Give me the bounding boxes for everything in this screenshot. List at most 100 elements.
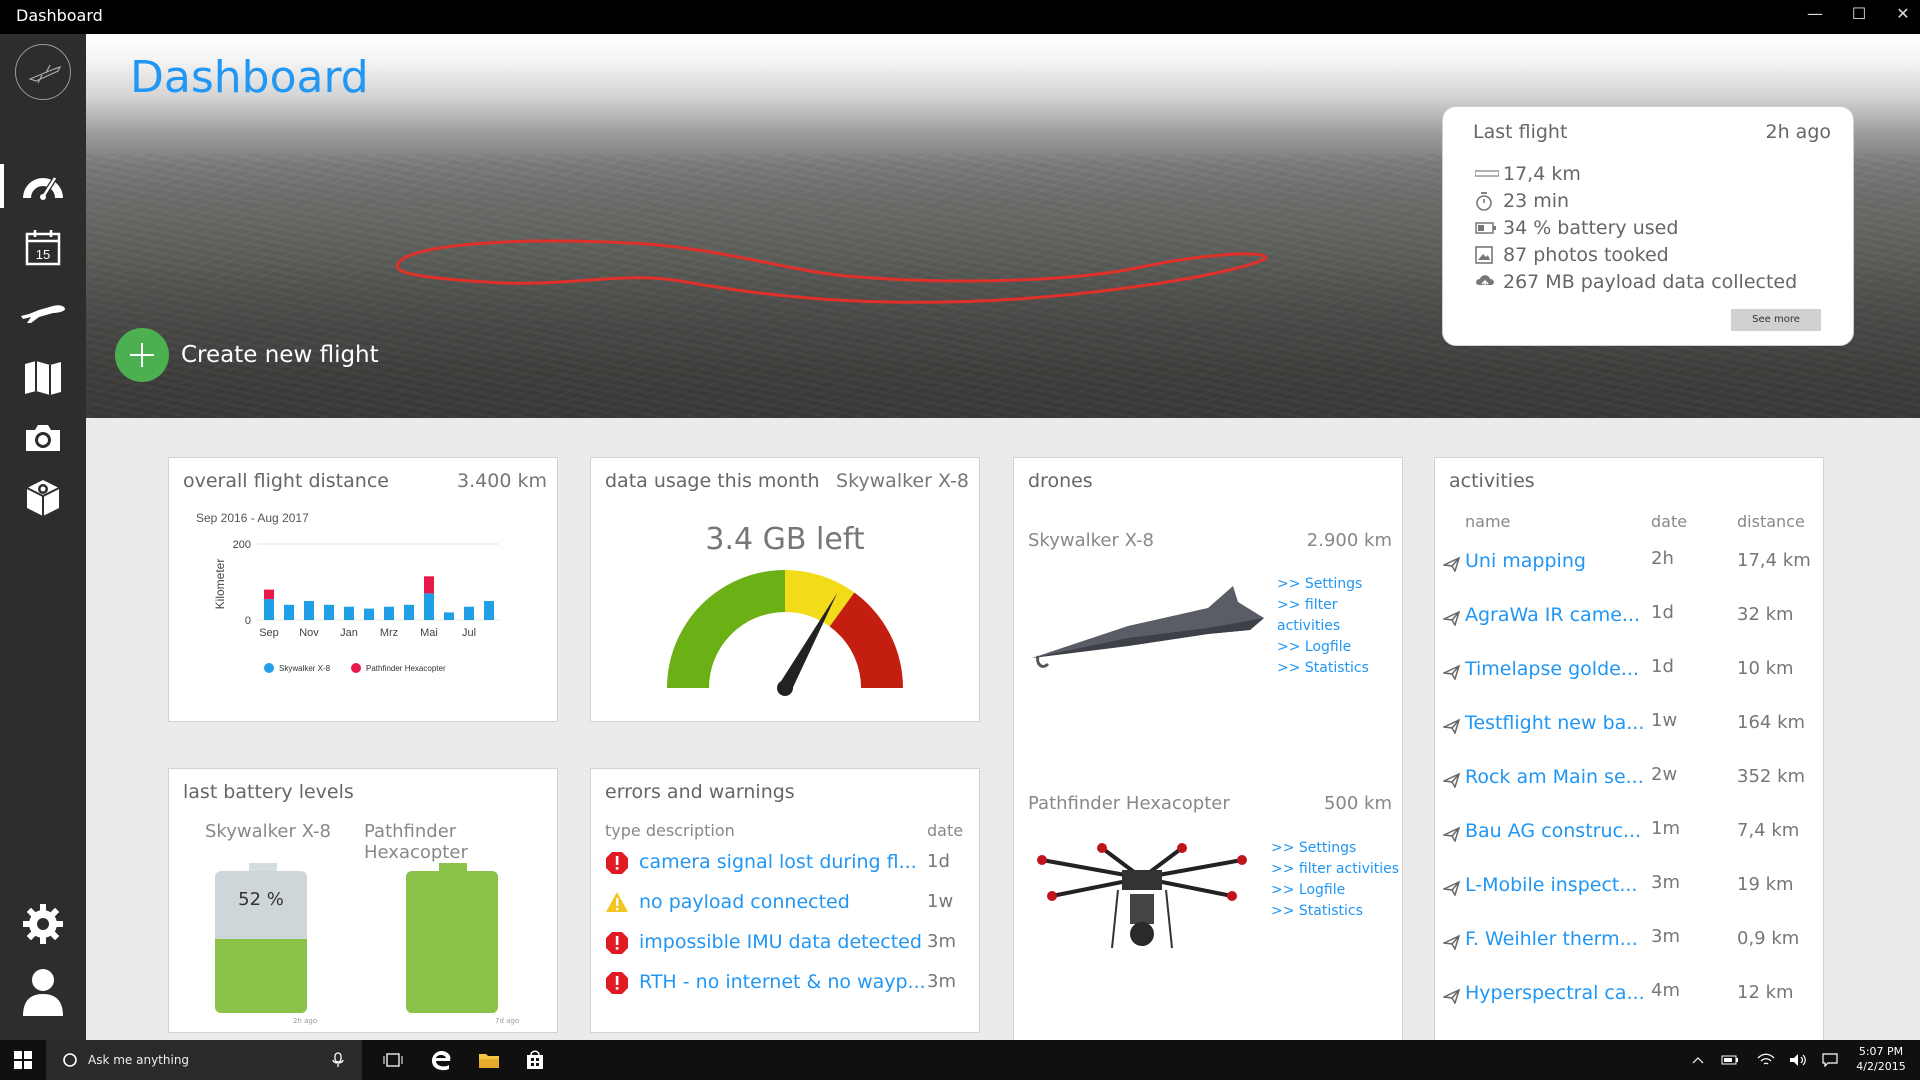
activity-row[interactable]: Timelapse golde... 1d 10 km	[1435, 652, 1823, 692]
activity-name[interactable]: AgraWa IR came...	[1465, 604, 1640, 626]
bar-skywalker	[404, 604, 414, 620]
nav-flights[interactable]	[19, 288, 67, 336]
windows-start-button[interactable]	[8, 1040, 38, 1080]
error-row[interactable]: impossible IMU data detected 3m	[591, 927, 979, 959]
activity-date: 1m	[1651, 818, 1680, 839]
activity-row[interactable]: F. Weihler therm... 3m 0,9 km	[1435, 922, 1823, 962]
activity-row[interactable]: L-Mobile inspect... 3m 19 km	[1435, 868, 1823, 908]
activity-row[interactable]: Bau AG construc... 1m 7,4 km	[1435, 814, 1823, 854]
page-title: Dashboard	[130, 52, 369, 103]
activity-distance: 10 km	[1737, 658, 1794, 679]
data-usage-gauge	[667, 570, 903, 696]
last-flight-title: Last flight	[1473, 121, 1568, 143]
battery-title: last battery levels	[183, 781, 354, 803]
x-tick-label: Mai	[420, 627, 438, 639]
wifi-icon	[1757, 1053, 1775, 1065]
gauge-green-segment	[667, 570, 785, 688]
bar-skywalker	[344, 606, 354, 620]
y-tick-label: 0	[245, 615, 251, 627]
task-view-icon	[383, 1053, 403, 1067]
svg-text:15: 15	[36, 247, 50, 262]
edge-browser-button[interactable]	[426, 1040, 456, 1080]
network-tray-button[interactable]	[1754, 1040, 1778, 1080]
activity-name[interactable]: Timelapse golde...	[1465, 658, 1639, 680]
airplane-small-icon	[1443, 718, 1461, 734]
bar-skywalker	[324, 604, 334, 620]
windows-logo-icon	[14, 1051, 32, 1069]
y-tick-label: 200	[233, 539, 251, 551]
action-center-button[interactable]	[1818, 1040, 1842, 1080]
error-description[interactable]: RTH - no internet & no wayp...	[639, 971, 926, 993]
error-description[interactable]: no payload connected	[639, 891, 850, 913]
task-view-button[interactable]	[378, 1040, 408, 1080]
close-button[interactable]: ✕	[1888, 4, 1918, 23]
error-row[interactable]: RTH - no internet & no wayp... 3m	[591, 967, 979, 999]
see-more-button[interactable]: See more	[1731, 309, 1821, 331]
drone-statistics-link[interactable]: >> Statistics	[1271, 901, 1399, 922]
show-hidden-icons-button[interactable]	[1688, 1040, 1708, 1080]
hexacopter-drone-image	[1037, 843, 1247, 949]
error-description[interactable]: camera signal lost during fl...	[639, 851, 917, 873]
data-usage-title: data usage this month	[605, 470, 820, 492]
plus-icon	[115, 328, 169, 382]
nav-calendar[interactable]: 15	[19, 224, 67, 272]
battery-tray-button[interactable]	[1718, 1040, 1742, 1080]
drone-name[interactable]: Pathfinder Hexacopter	[1028, 793, 1230, 814]
errors-card: errors and warnings type description dat…	[590, 768, 980, 1033]
activity-row[interactable]: Testflight new ba... 1w 164 km	[1435, 706, 1823, 746]
drone-filter-link[interactable]: >> filter activities	[1271, 859, 1399, 880]
file-explorer-button[interactable]	[474, 1040, 504, 1080]
drone-settings-link[interactable]: >> Settings	[1271, 838, 1399, 859]
minimize-button[interactable]: —	[1800, 4, 1830, 23]
activity-name[interactable]: Hyperspectral ca...	[1465, 982, 1645, 1004]
drone-logfile-link[interactable]: >> Logfile	[1277, 637, 1402, 658]
activity-distance: 164 km	[1737, 712, 1806, 733]
error-date: 1d	[927, 851, 950, 872]
drone-filter-link[interactable]: >> filter activities	[1277, 595, 1402, 637]
activity-name[interactable]: Testflight new ba...	[1465, 712, 1644, 734]
volume-tray-button[interactable]	[1786, 1040, 1810, 1080]
legend-label: Pathfinder Hexacopter	[366, 664, 446, 673]
store-button[interactable]	[520, 1040, 550, 1080]
activity-row[interactable]: Uni mapping 2h 17,4 km	[1435, 544, 1823, 584]
bar-skywalker	[464, 606, 474, 620]
nav-payload[interactable]	[19, 474, 67, 522]
taskbar-clock[interactable]: 5:07 PM 4/2/2015	[1848, 1044, 1914, 1074]
error-date: 3m	[927, 971, 956, 992]
error-row[interactable]: no payload connected 1w	[591, 887, 979, 919]
nav-camera[interactable]	[19, 414, 67, 462]
drone-settings-link[interactable]: >> Settings	[1277, 574, 1402, 595]
activity-row[interactable]: AgraWa IR came... 1d 32 km	[1435, 598, 1823, 638]
sidebar: 15	[0, 34, 86, 1040]
ruler-icon	[1475, 169, 1503, 179]
activity-name[interactable]: L-Mobile inspect...	[1465, 874, 1637, 896]
nav-map[interactable]	[19, 354, 67, 402]
activity-date: 1d	[1651, 602, 1674, 623]
error-description[interactable]: impossible IMU data detected	[639, 931, 922, 953]
error-row[interactable]: camera signal lost during fl... 1d	[591, 847, 979, 879]
nav-dashboard[interactable]	[19, 162, 67, 210]
error-date: 1w	[927, 891, 954, 912]
activity-distance: 0,9 km	[1737, 928, 1800, 949]
battery-ago: 7d ago	[495, 1017, 520, 1025]
taskbar-search[interactable]: Ask me anything	[46, 1040, 362, 1080]
active-nav-indicator	[0, 164, 4, 208]
windows-taskbar: Ask me anything 5:07 PM 4/2/2015	[0, 1040, 1920, 1080]
maximize-button[interactable]: ☐	[1844, 4, 1874, 23]
activity-row[interactable]: Hyperspectral ca... 4m 12 km	[1435, 976, 1823, 1016]
activity-row[interactable]: Rock am Main se... 2w 352 km	[1435, 760, 1823, 800]
edge-icon	[432, 1051, 451, 1071]
activity-name[interactable]: Uni mapping	[1465, 550, 1586, 572]
nav-profile[interactable]	[19, 968, 67, 1016]
drone-name[interactable]: Skywalker X-8	[1028, 530, 1154, 551]
activity-date: 2w	[1651, 764, 1678, 785]
drone-logfile-link[interactable]: >> Logfile	[1271, 880, 1399, 901]
activity-name[interactable]: Rock am Main se...	[1465, 766, 1644, 788]
airplane-small-icon	[1443, 934, 1461, 950]
nav-settings[interactable]	[19, 900, 67, 948]
activity-name[interactable]: F. Weihler therm...	[1465, 928, 1638, 950]
battery-tray-icon	[1721, 1055, 1738, 1065]
activity-name[interactable]: Bau AG construc...	[1465, 820, 1641, 842]
drone-statistics-link[interactable]: >> Statistics	[1277, 658, 1402, 679]
create-flight-button[interactable]: Create new flight	[115, 328, 379, 382]
